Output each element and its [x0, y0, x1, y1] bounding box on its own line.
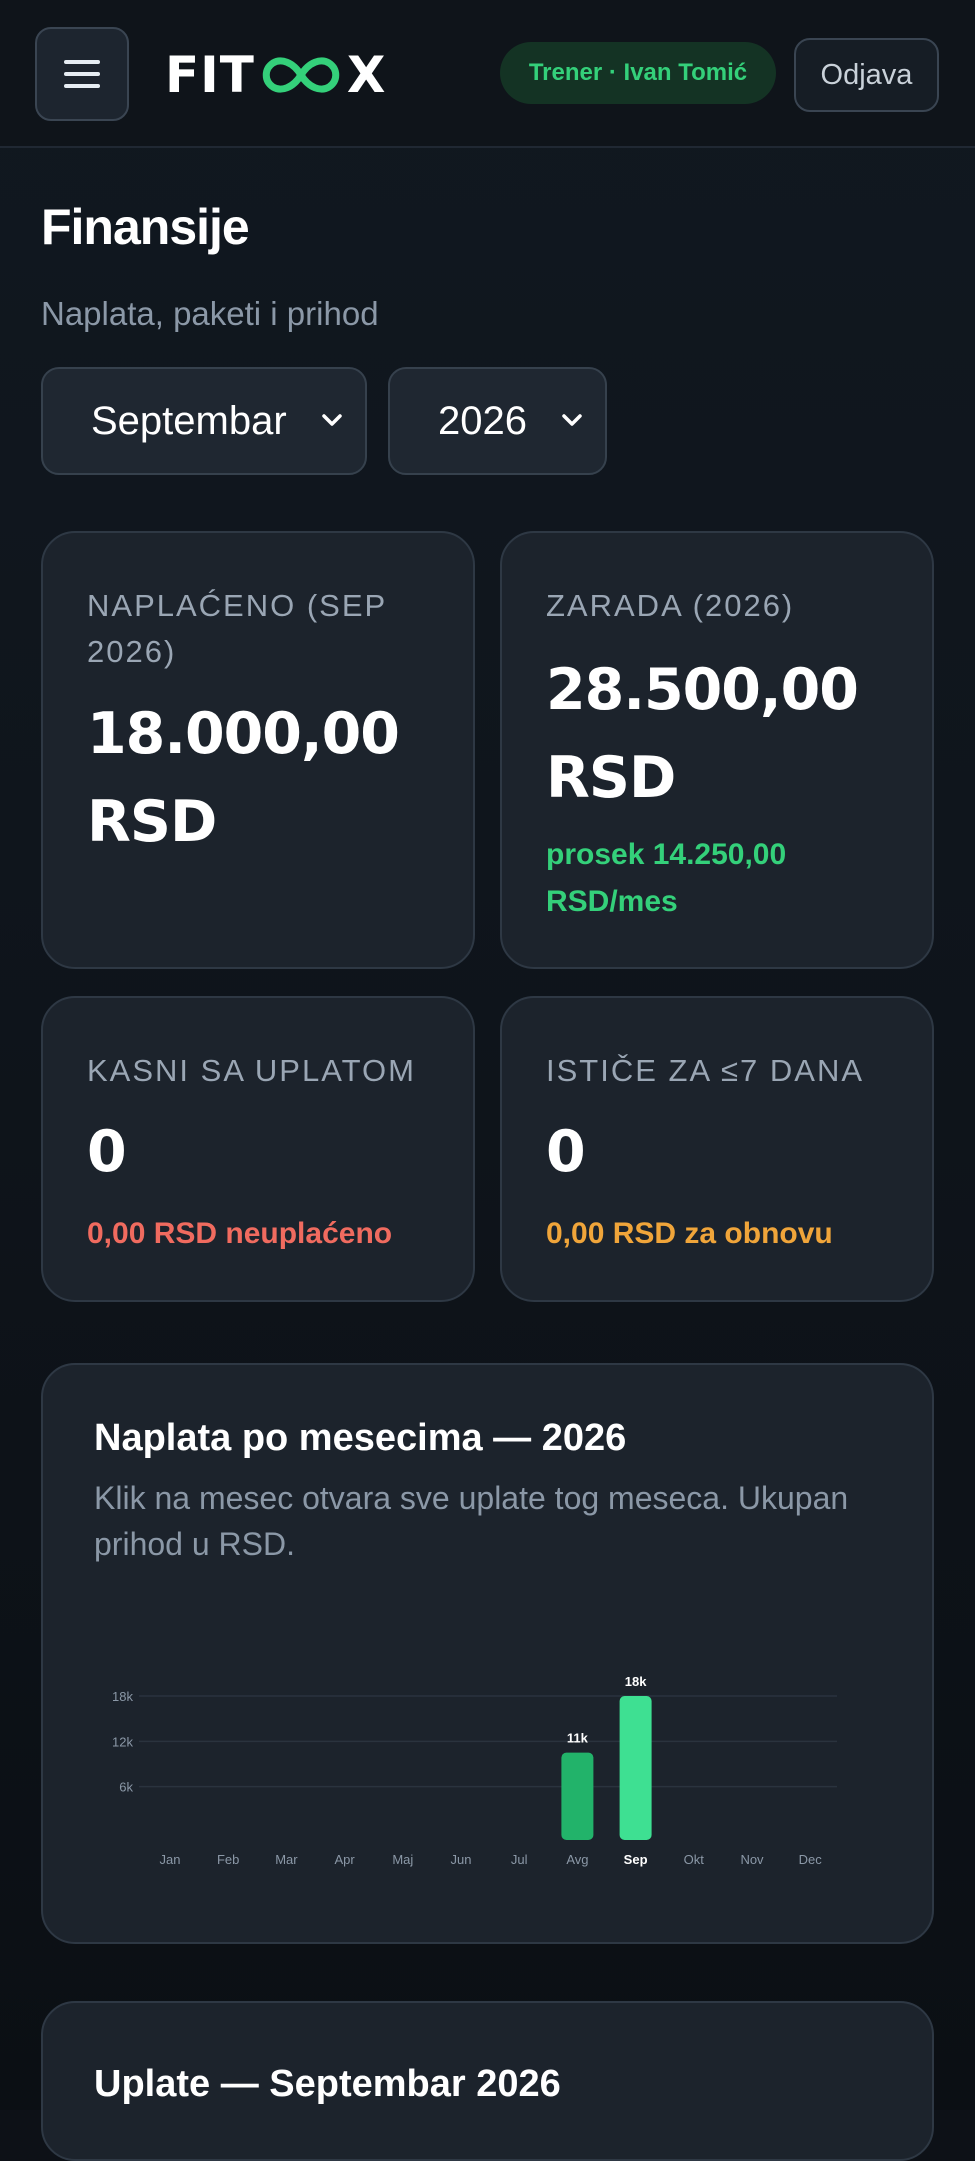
- bar-data-label: 11k: [567, 1731, 589, 1746]
- chart-bar-sep[interactable]: [619, 1696, 652, 1840]
- x-tick-label-avg[interactable]: Avg: [566, 1852, 588, 1867]
- y-tick-label: 6k: [119, 1780, 133, 1795]
- x-tick-label-dec[interactable]: Dec: [799, 1852, 823, 1867]
- monthly-bar-chart: 6k 12k 18k Jan Feb Mar Apr Maj Jun Jul 11k Avg 18k Se…: [112, 1674, 837, 1867]
- year-select-value: 2026: [438, 398, 527, 443]
- stat-label: ZARADA (2026): [546, 588, 795, 623]
- chart-bar-mar[interactable]: [270, 1838, 302, 1840]
- x-tick-label-nov[interactable]: Nov: [740, 1852, 764, 1867]
- top-bar: FIT X Trener · Ivan Tomić Odjava: [0, 0, 975, 148]
- logo-text-right: X: [346, 46, 387, 104]
- user-role-badge: Trener · Ivan Tomić: [500, 42, 776, 104]
- chart-bar-dec[interactable]: [794, 1838, 826, 1840]
- payments-title: Uplate — Septembar 2026: [94, 2063, 561, 2105]
- y-tick-label: 18k: [112, 1689, 133, 1704]
- chart-bar-nov[interactable]: [736, 1838, 768, 1840]
- chart-bar-feb[interactable]: [212, 1838, 244, 1840]
- stat-value: 18.000,00 RSD: [87, 701, 400, 855]
- page-subtitle: Naplata, paketi i prihod: [41, 295, 379, 332]
- chevron-down-icon: [322, 414, 342, 426]
- stat-card-collected: NAPLAĆENO (SEP 2026) 18.000,00 RSD: [41, 531, 475, 969]
- stat-label: KASNI SA UPLATOM: [87, 1053, 416, 1088]
- x-tick-label-sep[interactable]: Sep: [624, 1852, 648, 1867]
- stat-label: ISTIČE ZA ≤7 DANA: [546, 1053, 865, 1088]
- chart-bar-jan[interactable]: [154, 1838, 186, 1840]
- x-tick-label-okt[interactable]: Okt: [684, 1852, 705, 1867]
- stat-card-late: KASNI SA UPLATOM 0 0,00 RSD neuplaćeno: [41, 996, 475, 1302]
- chart-bar-jun[interactable]: [445, 1838, 477, 1840]
- stat-label: NAPLAĆENO (SEP 2026): [87, 588, 387, 669]
- chart-bar-avg[interactable]: [561, 1752, 594, 1840]
- monthly-chart-card: Naplata po mesecima — 2026 Klik na mesec…: [41, 1363, 934, 1944]
- x-tick-label-maj[interactable]: Maj: [392, 1852, 413, 1867]
- stat-note: 0,00 RSD neuplaćeno: [87, 1217, 393, 1250]
- stat-note: prosek 14.250,00 RSD/mes: [546, 838, 787, 918]
- stat-card-earnings: ZARADA (2026) 28.500,00 RSD prosek 14.25…: [500, 531, 934, 969]
- bar-data-label: 18k: [625, 1674, 647, 1689]
- month-select[interactable]: Septembar: [41, 367, 367, 475]
- payments-card: Uplate — Septembar 2026: [41, 2001, 934, 2161]
- chevron-down-icon: [562, 414, 582, 426]
- y-tick-label: 12k: [112, 1734, 133, 1749]
- stat-value: 0: [87, 1119, 127, 1185]
- stat-value: 28.500,00 RSD: [546, 657, 859, 811]
- chart-bar-jul[interactable]: [503, 1838, 535, 1840]
- x-tick-label-feb[interactable]: Feb: [217, 1852, 239, 1867]
- stat-card-expiring: ISTIČE ZA ≤7 DANA 0 0,00 RSD za obnovu: [500, 996, 934, 1302]
- stat-value: 0: [546, 1119, 586, 1185]
- x-tick-label-jun[interactable]: Jun: [451, 1852, 472, 1867]
- stat-note: 0,00 RSD za obnovu: [546, 1217, 833, 1250]
- year-select[interactable]: 2026: [388, 367, 607, 475]
- infinity-icon: [262, 57, 340, 93]
- chart-bar-apr[interactable]: [329, 1838, 361, 1840]
- chart-bar-maj[interactable]: [387, 1838, 419, 1840]
- app-logo[interactable]: FIT X: [165, 45, 386, 105]
- month-select-value: Septembar: [91, 398, 287, 443]
- page-title: Finansije: [41, 199, 250, 255]
- x-tick-label-apr[interactable]: Apr: [334, 1852, 355, 1867]
- x-tick-label-jul[interactable]: Jul: [511, 1852, 528, 1867]
- x-tick-label-mar[interactable]: Mar: [275, 1852, 298, 1867]
- hamburger-icon: [64, 60, 100, 88]
- logo-text-left: FIT: [165, 46, 255, 104]
- chart-bar-okt[interactable]: [678, 1838, 710, 1840]
- menu-button[interactable]: [35, 27, 129, 121]
- logout-button[interactable]: Odjava: [794, 38, 939, 112]
- x-tick-label-jan[interactable]: Jan: [160, 1852, 181, 1867]
